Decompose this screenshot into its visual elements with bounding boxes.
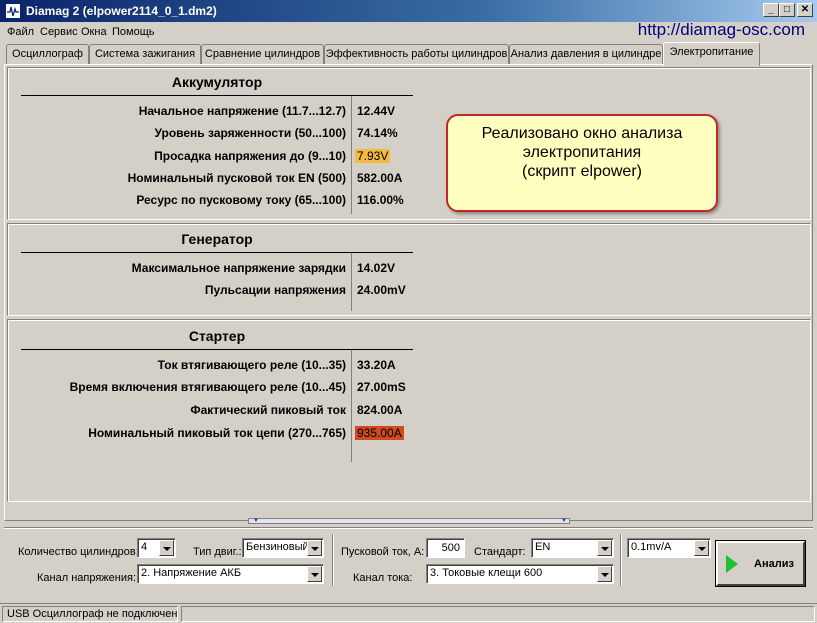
- callout-line-2: электропитания: [522, 144, 642, 161]
- current-channel-select[interactable]: 3. Токовые клещи 600: [426, 564, 614, 584]
- menu-help[interactable]: Помощь: [112, 26, 155, 38]
- chevron-down-icon: [597, 540, 612, 556]
- tab-oscilloscope[interactable]: Осциллограф: [6, 44, 89, 64]
- probe-sensitivity-select[interactable]: 0.1mv/A: [627, 538, 711, 558]
- controls-separator: [332, 534, 334, 586]
- analyze-button-label: Анализ: [754, 558, 794, 570]
- battery-nominal-start-current-value: 582.00A: [357, 171, 403, 185]
- generator-title: Генератор: [181, 231, 253, 247]
- standard-select[interactable]: EN: [531, 538, 614, 558]
- menu-service[interactable]: Сервис: [40, 26, 78, 38]
- starter-actual-peak-label: Фактический пиковый ток: [190, 403, 346, 417]
- controls-separator-2: [620, 534, 622, 586]
- battery-initial-voltage-value: 12.44V: [357, 104, 396, 118]
- starter-relay-time-value: 27.00mS: [357, 380, 406, 394]
- standard-label: Стандарт:: [474, 546, 526, 558]
- minimize-button[interactable]: _: [763, 3, 779, 17]
- current-channel-label: Канал тока:: [353, 572, 413, 584]
- title-bar[interactable]: Diamag 2 (elpower2114_0_1.dm2) _ □ ✕: [0, 0, 817, 22]
- current-channel-select-value: 3. Токовые клещи 600: [430, 567, 543, 579]
- callout-line-3: (скрипт elpower): [522, 163, 642, 180]
- menu-windows[interactable]: Окна: [81, 26, 107, 38]
- starter-relay-current-value: 33.20A: [357, 358, 396, 372]
- chevron-down-icon: [307, 566, 322, 582]
- status-bar: USB Осциллограф не подключен: [0, 603, 817, 623]
- cylinders-select[interactable]: 4: [137, 538, 176, 558]
- tab-cylinder-comparison[interactable]: Сравнение цилиндров: [201, 44, 324, 64]
- start-current-label: Пусковой ток, А:: [341, 546, 425, 558]
- battery-column-divider: [351, 96, 352, 214]
- callout-line-1: Реализовано окно анализа: [481, 125, 683, 142]
- status-text: USB Осциллограф не подключен: [2, 606, 178, 622]
- generator-divider: [21, 252, 413, 253]
- app-icon: [5, 3, 21, 19]
- starter-group: [7, 319, 811, 502]
- battery-charge-level-value: 74.14%: [357, 126, 398, 140]
- battery-start-current-resource-value: 116.00%: [357, 193, 404, 207]
- tab-cylinder-pressure[interactable]: Анализ давления в цилиндре: [509, 44, 663, 64]
- generator-ripple-value: 24.00mV: [357, 283, 406, 297]
- engine-type-label: Тип двиг.:: [193, 546, 242, 558]
- starter-divider: [21, 349, 413, 350]
- window-title: Diamag 2 (elpower2114_0_1.dm2): [26, 4, 217, 18]
- chevron-down-icon: [694, 540, 709, 556]
- site-url: http://diamag-osc.com: [637, 20, 805, 39]
- engine-type-select[interactable]: Бензиновый: [242, 538, 324, 558]
- starter-title: Стартер: [188, 328, 246, 344]
- battery-nominal-start-current-label: Номинальный пусковой ток EN (500): [127, 171, 346, 185]
- voltage-channel-select[interactable]: 2. Напряжение АКБ: [137, 564, 324, 584]
- chevron-down-icon: [597, 566, 612, 582]
- generator-max-voltage-label: Максимальное напряжение зарядки: [131, 261, 346, 275]
- probe-sensitivity-select-value: 0.1mv/A: [631, 541, 672, 553]
- generator-max-voltage-value: 14.02V: [357, 261, 396, 275]
- battery-divider: [21, 95, 413, 96]
- battery-start-current-resource-label: Ресурс по пусковому току (65...100): [136, 193, 346, 207]
- starter-actual-peak-value: 824.00A: [357, 403, 403, 417]
- cylinders-label: Количество цилиндров:: [18, 546, 139, 558]
- battery-initial-voltage-label: Начальное напряжение (11.7...12.7): [138, 104, 346, 118]
- generator-column-divider: [351, 253, 352, 311]
- chevron-down-icon: [307, 540, 322, 556]
- start-current-input[interactable]: 500: [426, 538, 465, 558]
- chevron-down-icon: [159, 540, 174, 556]
- status-cell-empty: [181, 606, 815, 622]
- tab-ignition-system[interactable]: Система зажигания: [89, 44, 201, 64]
- battery-title: Аккумулятор: [171, 74, 263, 90]
- starter-column-divider: [351, 350, 352, 462]
- play-icon: [726, 555, 738, 573]
- tab-power-supply[interactable]: Электропитание: [663, 42, 760, 66]
- battery-voltage-drop-value: 7.93V: [355, 149, 391, 163]
- battery-voltage-drop-label: Просадка напряжения до (9...10): [154, 149, 346, 163]
- battery-charge-level-label: Уровень заряженности (50...100): [154, 126, 347, 140]
- generator-ripple-label: Пульсации напряжения: [204, 283, 346, 297]
- tab-cylinder-efficiency[interactable]: Эффективность работы цилиндров: [324, 44, 509, 64]
- analyze-button[interactable]: Анализ: [715, 540, 806, 587]
- annotation-callout: Реализовано окно анализа электропитания …: [446, 114, 718, 212]
- starter-relay-current-label: Ток втягивающего реле (10...35): [157, 358, 346, 372]
- cylinders-select-value: 4: [141, 541, 148, 553]
- voltage-channel-label: Канал напряжения:: [37, 572, 136, 584]
- maximize-button[interactable]: □: [779, 3, 795, 17]
- starter-nominal-peak-value: 935.00A: [355, 426, 404, 440]
- standard-select-value: EN: [535, 541, 551, 553]
- close-button[interactable]: ✕: [797, 3, 813, 17]
- starter-nominal-peak-label: Номинальный пиковый ток цепи (270...765): [88, 426, 346, 440]
- menu-file[interactable]: Файл: [7, 26, 34, 38]
- panel-splitter[interactable]: ▼ ▼: [248, 518, 570, 524]
- starter-relay-time-label: Время включения втягивающего реле (10...…: [69, 380, 346, 394]
- engine-type-select-value: Бензиновый: [246, 541, 309, 553]
- voltage-channel-select-value: 2. Напряжение АКБ: [141, 567, 242, 579]
